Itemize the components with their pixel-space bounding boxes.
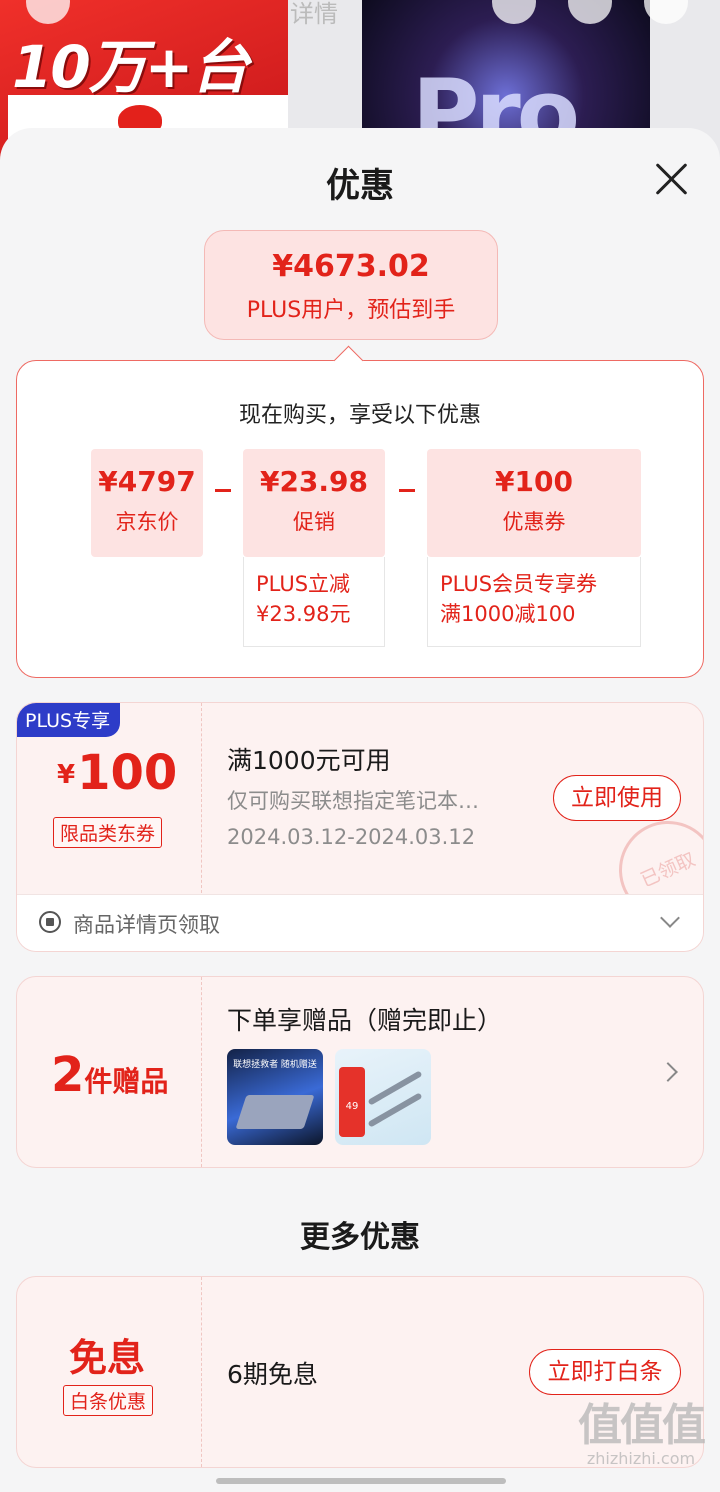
estimated-price-bubble: ¥4673.02 PLUS用户，预估到手 [204,230,498,340]
gift-count-number: 2 [51,1047,85,1103]
watermark: 值值值 zhizhizhi.com [578,1389,706,1468]
coupon-value: 100 [77,745,178,801]
gift-thumbnail[interactable]: 49 [335,1049,431,1145]
baitiao-tag: 白条优惠 [63,1385,154,1416]
estimated-price: ¥4673.02 [272,249,430,284]
gift-price-tag: 49 [339,1067,365,1137]
breakdown-value: ¥4797 [98,465,196,498]
breakdown-value: ¥23.98 [259,465,369,498]
breakdown-label: 优惠券 [502,510,566,534]
breakdown-label: 促销 [293,510,335,534]
estimated-price-note: PLUS用户，预估到手 [246,298,456,323]
gift-thumbnail-caption: 联想拯救者 随机赠送 [233,1060,317,1070]
plus-badge: PLUS专享 [17,703,121,737]
gift-count-label: 件赠品 [84,1065,169,1098]
card-divider [201,703,202,893]
close-icon[interactable] [654,162,688,196]
minus-sign [215,489,231,492]
use-now-button[interactable]: 立即使用 [553,775,681,821]
coupon-amount: ¥100 [57,745,177,801]
breakdown-promotion-note: PLUS立减 ¥23.98元 [243,557,385,647]
card-divider [201,1277,202,1467]
coupon-source-icon [39,911,61,933]
coupon-footer[interactable]: 商品详情页领取 [17,894,703,951]
home-indicator[interactable] [216,1478,506,1484]
gift-title: 下单享赠品（赠完即止） [227,1006,503,1035]
coupon-type-tag: 限品类东券 [53,817,163,848]
breakdown-coupon: ¥100 优惠券 [427,449,641,557]
gift-thumbnail[interactable]: 联想拯救者 随机赠送 [227,1049,323,1145]
breakdown-jd-price: ¥4797 京东价 [91,449,203,557]
coupon-description: 仅可购买联想指定笔记本… [227,789,479,813]
price-breakdown: 现在购买，享受以下优惠 ¥4797 京东价 ¥23.98 促销 PLUS立减 ¥… [16,360,704,678]
breakdown-label: 京东价 [115,510,179,534]
watermark-logo: 值值值 [578,1400,706,1451]
more-offers-title: 更多优惠 [300,1220,420,1255]
breakdown-promotion: ¥23.98 促销 [243,449,385,557]
sheet-title: 优惠 [326,166,394,206]
note-line: 满1000减100 [440,602,576,626]
gift-card[interactable]: 2件赠品 下单享赠品（赠完即止） 联想拯救者 随机赠送 49 [16,976,704,1168]
breakdown-value: ¥100 [495,465,573,498]
chevron-down-icon[interactable] [660,908,680,928]
gift-count: 2件赠品 [51,1047,168,1103]
coupon-currency: ¥ [57,760,76,790]
watermark-url: zhizhizhi.com [586,1449,696,1468]
note-line: PLUS立减 [256,572,351,596]
minus-sign [399,489,415,492]
coupon-card: PLUS专享 ¥100 限品类东券 满1000元可用 仅可购买联想指定笔记本… … [16,702,704,952]
coupon-title: 满1000元可用 [227,746,391,775]
tab-details[interactable]: 详情 [290,0,338,29]
card-divider [201,977,202,1167]
breakdown-coupon-note: PLUS会员专享券 满1000减100 [427,557,641,647]
promo-banner-text: 10万+台 [12,33,249,101]
laptop-bag-image [235,1095,315,1129]
coupon-date-range: 2024.03.12-2024.03.12 [227,825,476,849]
note-line: ¥23.98元 [256,602,351,626]
breakdown-title: 现在购买，享受以下优惠 [238,403,481,428]
note-line: PLUS会员专享券 [440,572,598,596]
interest-free-label: 免息 [69,1336,146,1380]
coupon-source-text: 商品详情页领取 [73,913,220,937]
discount-sheet: 优惠 ¥4673.02 PLUS用户，预估到手 现在购买，享受以下优惠 ¥479… [0,128,720,1492]
installment-title: 6期免息 [227,1360,318,1389]
chevron-right-icon[interactable] [658,1062,678,1082]
more-icon[interactable] [644,0,688,24]
